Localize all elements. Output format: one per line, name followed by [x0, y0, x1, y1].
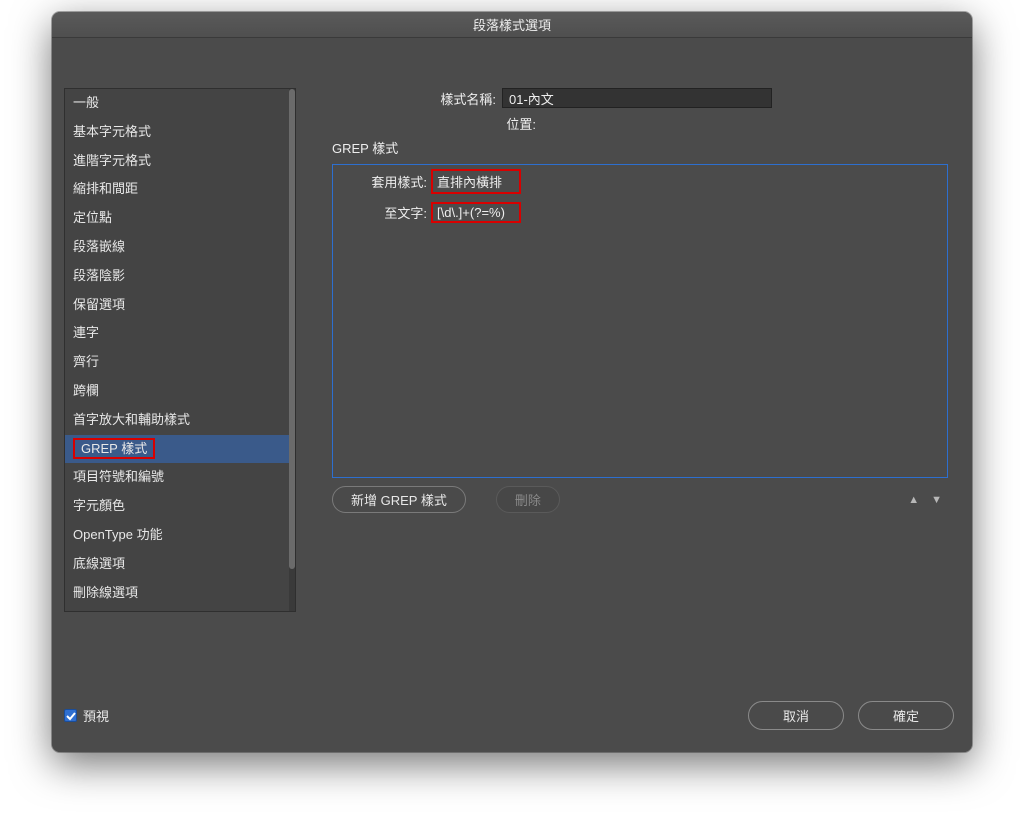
category-item[interactable]: 進階字元格式: [65, 147, 289, 176]
move-up-icon[interactable]: ▲: [902, 492, 925, 508]
category-item[interactable]: 底線選項: [65, 550, 289, 579]
category-item[interactable]: 段落嵌線: [65, 233, 289, 262]
category-item[interactable]: 一般: [65, 89, 289, 118]
move-down-icon[interactable]: ▼: [925, 492, 948, 508]
category-item[interactable]: 齊行: [65, 348, 289, 377]
header-fields: 樣式名稱: 位置:: [332, 88, 952, 139]
dialog-window: 段落樣式選項 樣式名稱: 位置: GREP 樣式 一般基本字元格式進階字元格式縮…: [52, 12, 972, 752]
dialog-content: 樣式名稱: 位置: GREP 樣式 一般基本字元格式進階字元格式縮排和間距定位點…: [52, 38, 972, 752]
window-title: 段落樣式選項: [473, 15, 551, 34]
dialog-bottom-bar: 預視 取消 確定: [64, 701, 954, 730]
to-text-value[interactable]: [\d\.]+(?=%): [431, 202, 521, 223]
category-item[interactable]: OpenType 功能: [65, 521, 289, 550]
apply-style-value[interactable]: 直排內橫排: [431, 169, 521, 194]
apply-style-label: 套用樣式:: [341, 172, 431, 191]
grep-rule-apply-row[interactable]: 套用樣式:直排內橫排: [333, 165, 947, 198]
grep-section-title: GREP 樣式: [332, 138, 398, 157]
category-item[interactable]: 保留選項: [65, 291, 289, 320]
grep-rules-panel[interactable]: 套用樣式:直排內橫排至文字:[\d\.]+(?=%): [332, 164, 948, 478]
scrollbar-thumb[interactable]: [289, 89, 295, 569]
titlebar: 段落樣式選項: [52, 12, 972, 38]
category-item-label: GREP 樣式: [73, 438, 155, 459]
grep-rule-totext-row[interactable]: 至文字:[\d\.]+(?=%): [333, 198, 947, 227]
category-item[interactable]: 段落陰影: [65, 262, 289, 291]
category-item[interactable]: 自動直排內橫排設定: [65, 607, 289, 611]
to-text-label: 至文字:: [341, 203, 431, 222]
category-item[interactable]: 基本字元格式: [65, 118, 289, 147]
category-item[interactable]: 項目符號和編號: [65, 463, 289, 492]
scrollbar-track[interactable]: [289, 89, 295, 611]
style-name-input[interactable]: [502, 88, 772, 108]
category-item[interactable]: 首字放大和輔助樣式: [65, 406, 289, 435]
category-item[interactable]: 刪除線選項: [65, 579, 289, 608]
grep-panel-buttons: 新增 GREP 樣式 刪除 ▲ ▼: [332, 486, 948, 513]
location-label: 位置:: [332, 114, 542, 133]
style-name-label: 樣式名稱:: [332, 89, 502, 108]
ok-button[interactable]: 確定: [858, 701, 954, 730]
preview-label[interactable]: 預視: [83, 706, 109, 725]
category-item[interactable]: 縮排和間距: [65, 175, 289, 204]
category-item[interactable]: GREP 樣式: [65, 435, 289, 464]
cancel-button[interactable]: 取消: [748, 701, 844, 730]
check-icon: [66, 711, 76, 721]
delete-grep-style-button: 刪除: [496, 486, 560, 513]
preview-checkbox[interactable]: [64, 709, 77, 722]
category-item[interactable]: 字元顏色: [65, 492, 289, 521]
category-list: 一般基本字元格式進階字元格式縮排和間距定位點段落嵌線段落陰影保留選項連字齊行跨欄…: [64, 88, 296, 612]
new-grep-style-button[interactable]: 新增 GREP 樣式: [332, 486, 466, 513]
category-item[interactable]: 定位點: [65, 204, 289, 233]
category-item[interactable]: 連字: [65, 319, 289, 348]
category-item[interactable]: 跨欄: [65, 377, 289, 406]
